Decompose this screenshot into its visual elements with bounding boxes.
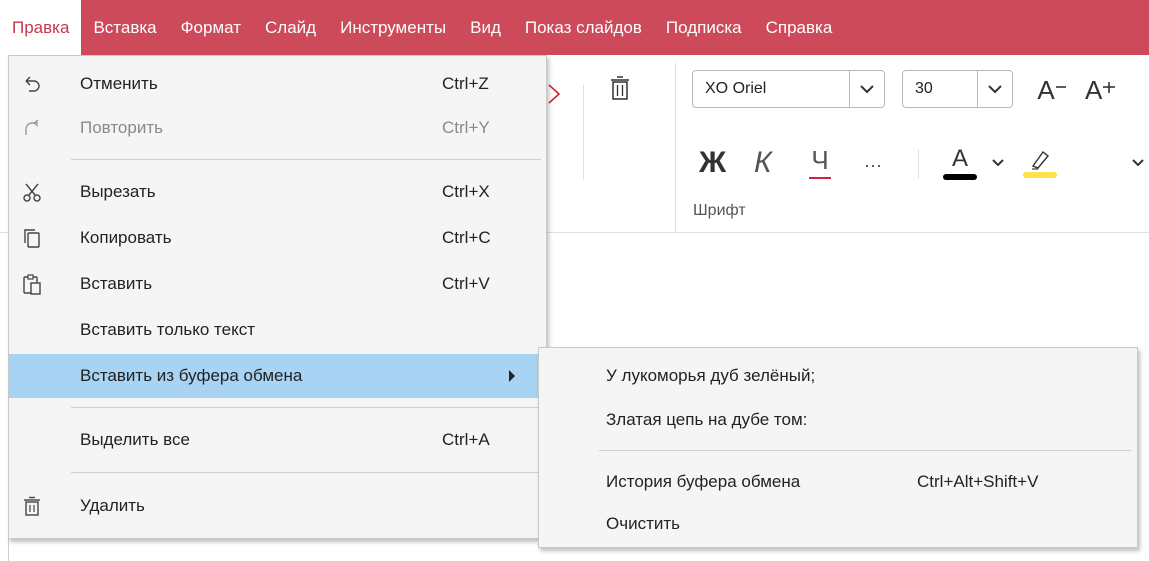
clipboard-icon: [19, 271, 45, 297]
copy-label: Копировать: [80, 228, 172, 247]
underline-label: Ч: [811, 145, 829, 175]
font-size-dropdown[interactable]: [977, 71, 1012, 107]
ribbon-delete-button[interactable]: [600, 70, 640, 110]
menu-item-paste-from-clipboard[interactable]: Вставить из буфера обмена: [9, 354, 546, 398]
highlight-color-bar: [1023, 172, 1057, 178]
increase-font-button[interactable]: A: [1085, 73, 1145, 107]
clipboard-entry[interactable]: У лукоморья дуб зелёный;: [539, 354, 1137, 398]
redo-label: Повторить: [80, 118, 163, 137]
menu-slideshow[interactable]: Показ слайдов: [513, 0, 654, 55]
font-group-label: Шрифт: [693, 202, 746, 219]
cut-shortcut: Ctrl+X: [442, 182, 490, 201]
menu-item-cut[interactable]: Вырезать Ctrl+X: [9, 170, 546, 214]
menu-item-redo[interactable]: Повторить Ctrl+Y: [9, 106, 546, 150]
menu-edit[interactable]: Правка: [0, 0, 82, 55]
chevron-down-icon: [1132, 159, 1144, 167]
menu-insert[interactable]: Вставка: [81, 0, 168, 55]
paste-label: Вставить: [80, 274, 153, 293]
menu-view[interactable]: Вид: [458, 0, 513, 55]
delete-label: Удалить: [80, 496, 145, 515]
menu-slide[interactable]: Слайд: [253, 0, 328, 55]
clipboard-history-label: История буфера обмена: [606, 472, 801, 491]
decrease-font-button[interactable]: A: [1030, 73, 1074, 107]
clear-clipboard-label: Очистить: [606, 514, 681, 533]
chevron-down-icon: [992, 159, 1004, 167]
select-all-label: Выделить все: [80, 430, 190, 449]
menu-item-paste[interactable]: Вставить Ctrl+V: [9, 262, 546, 306]
underline-button[interactable]: Ч: [805, 141, 835, 185]
paste-text-only-label: Вставить только текст: [80, 320, 256, 339]
font-name-value: XO Oriel: [705, 80, 767, 97]
menu-subscription[interactable]: Подписка: [654, 0, 754, 55]
font-name-dropdown[interactable]: [849, 71, 884, 107]
scissors-icon: [19, 179, 45, 205]
copy-shortcut: Ctrl+C: [442, 228, 491, 247]
trash-icon: [19, 493, 45, 519]
undo-label: Отменить: [80, 74, 158, 93]
paste-from-clipboard-label: Вставить из буфера обмена: [80, 366, 303, 385]
font-color-bar: [943, 173, 977, 180]
triangle-right-icon: [509, 370, 515, 382]
italic-button[interactable]: К: [754, 148, 772, 178]
clipboard-submenu: У лукоморья дуб зелёный; Златая цепь на …: [538, 347, 1138, 548]
menu-format[interactable]: Формат: [169, 0, 253, 55]
menu-item-undo[interactable]: Отменить Ctrl+Z: [9, 62, 546, 106]
redo-shortcut: Ctrl+Y: [442, 118, 490, 137]
undo-shortcut: Ctrl+Z: [442, 74, 489, 93]
minus-icon: [1055, 86, 1066, 88]
select-all-shortcut: Ctrl+A: [442, 430, 490, 449]
chevron-down-icon: [988, 84, 1002, 93]
clipboard-entry-label: Златая цепь на дубе том:: [606, 410, 808, 429]
menu-tools[interactable]: Инструменты: [328, 0, 458, 55]
ribbon-separator: [675, 63, 676, 233]
clipboard-entry[interactable]: Златая цепь на дубе том:: [539, 398, 1137, 442]
clipboard-entry-label: У лукоморья дуб зелёный;: [606, 366, 816, 385]
menu-item-clear-clipboard[interactable]: Очистить: [539, 502, 1137, 546]
copy-icon: [19, 225, 45, 251]
menu-item-copy[interactable]: Копировать Ctrl+C: [9, 216, 546, 260]
edit-menu: Отменить Ctrl+Z Повторить Ctrl+Y Вырезат…: [8, 55, 547, 539]
undo-icon: [19, 71, 45, 97]
font-size-value: 30: [915, 80, 933, 97]
highlight-dropdown[interactable]: [1128, 155, 1148, 171]
ribbon-separator: [918, 149, 919, 179]
menu-bar: Правка Вставка Формат Слайд Инструменты …: [0, 0, 1149, 55]
menu-item-delete[interactable]: Удалить: [9, 484, 546, 528]
cut-label: Вырезать: [80, 182, 156, 201]
paste-shortcut: Ctrl+V: [442, 274, 490, 293]
menu-help[interactable]: Справка: [754, 0, 845, 55]
menu-separator: [71, 159, 541, 160]
menu-separator: [71, 407, 541, 408]
trash-icon: [611, 76, 629, 100]
highlighter-icon: [1031, 150, 1049, 170]
increase-font-label: A: [1085, 75, 1103, 105]
plus-icon: [1103, 82, 1116, 93]
font-color-button[interactable]: A: [940, 141, 980, 185]
decrease-font-label: A: [1037, 75, 1055, 105]
font-size-combo[interactable]: 30: [902, 70, 1013, 108]
clipboard-history-shortcut: Ctrl+Alt+Shift+V: [917, 472, 1039, 491]
shape-fragment-icon: [548, 84, 561, 104]
font-color-dropdown[interactable]: [988, 155, 1008, 171]
underline-accent-bar: [809, 177, 831, 179]
bold-button[interactable]: Ж: [699, 148, 726, 178]
ribbon-separator: [583, 85, 584, 180]
menu-separator: [71, 472, 541, 473]
menu-item-paste-text-only[interactable]: Вставить только текст: [9, 308, 546, 352]
font-color-label: A: [951, 144, 968, 172]
font-name-combo[interactable]: XO Oriel: [692, 70, 885, 108]
submenu-separator: [599, 450, 1131, 451]
more-options-button[interactable]: ···: [864, 156, 882, 174]
redo-icon: [19, 115, 45, 141]
menu-item-select-all[interactable]: Выделить все Ctrl+A: [9, 418, 546, 462]
highlight-button[interactable]: [1020, 141, 1060, 185]
chevron-down-icon: [860, 84, 874, 93]
menu-item-clipboard-history[interactable]: История буфера обмена Ctrl+Alt+Shift+V: [539, 460, 1137, 504]
